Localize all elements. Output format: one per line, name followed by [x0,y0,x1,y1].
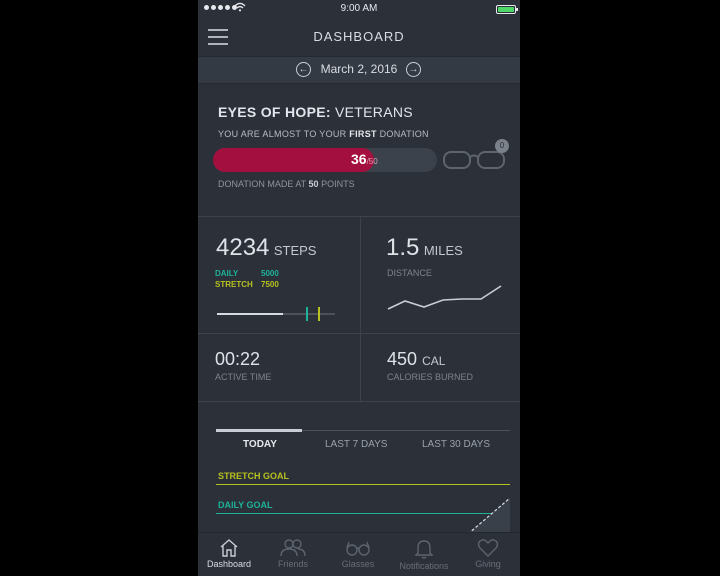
steps-stat[interactable]: 4234 STEPS [216,234,316,262]
stretch-goal-row: STRETCH 7500 [215,279,279,290]
distance-sparkline [387,285,502,310]
campaign-subtitle-pre: YOU ARE ALMOST TO YOUR [218,129,347,139]
grid-divider-horizontal [198,333,520,334]
points-total: /50 [366,157,378,166]
grid-divider-vertical [360,217,361,401]
calories-stat[interactable]: 450 CAL [387,349,445,370]
steps-value: 4234 [216,234,270,261]
bottom-navigation: Dashboard Friends Glasses Notifications … [198,532,520,576]
stats-grid: 4234 STEPS DAILY 5000 STRETCH 7500 1.5 M… [198,216,520,402]
campaign-title: EYES OF HOPE: VETERANS [218,104,413,120]
nav-friends[interactable]: Friends [261,533,325,576]
heart-icon [477,539,499,557]
bell-icon [414,540,434,559]
campaign-subtitle: YOU ARE ALMOST TO YOUR FIRST DONATION [218,129,429,139]
steps-goals: DAILY 5000 STRETCH 7500 [215,268,279,290]
nav-dashboard[interactable]: Dashboard [198,533,261,576]
daily-value: 5000 [261,269,279,278]
active-time-value: 00:22 [215,349,261,369]
donation-points: 36/50 [351,151,378,167]
stretch-label: STRETCH [215,280,253,289]
stretch-goal-marker [318,307,321,321]
nav-dashboard-label: Dashboard [206,559,252,569]
header: DASHBOARD [198,18,520,56]
tab-active-indicator [216,429,302,432]
steps-progress-bar [217,307,335,321]
campaign-subtitle-post: DONATION [379,129,429,139]
daily-goal-line [216,513,510,514]
stretch-goal-line [216,484,510,485]
campaign-title-rest: VETERANS [335,104,413,120]
glasses-nav-icon [346,541,370,556]
tab-last-7-days[interactable]: LAST 7 DAYS [325,439,387,450]
daily-goal-marker [305,307,308,321]
goal-badge: 0 [495,139,509,153]
stretch-value: 7500 [261,280,279,289]
status-time: 9:00 AM [340,3,378,14]
daily-goal-row: DAILY 5000 [215,268,279,279]
status-bar: 9:00 AM [198,0,520,18]
daily-goal-label: DAILY GOAL [218,500,273,510]
phone-screen: 9:00 AM DASHBOARD ← March 2, 2016 → EYES… [198,0,520,576]
nav-giving[interactable]: Giving [456,533,520,576]
next-day-arrow-icon[interactable]: → [406,62,421,77]
donation-progress-bar: 36/50 [213,148,437,172]
stretch-goal-label: STRETCH GOAL [218,471,289,481]
nav-friends-label: Friends [277,559,308,569]
campaign-note-bold: 50 [308,179,319,189]
calories-unit: CAL [422,354,446,368]
nav-notifications-label: Notifications [399,561,449,571]
tab-last-30-days[interactable]: LAST 30 DAYS [422,439,490,450]
campaign-note: DONATION MADE AT 50 POINTS [218,179,355,189]
nav-giving-label: Giving [475,559,501,569]
tab-today[interactable]: TODAY [243,439,277,450]
period-tabs: TODAY LAST 7 DAYS LAST 30 DAYS [216,429,510,454]
active-time-label: ACTIVE TIME [215,372,272,382]
page-title: DASHBOARD [313,29,405,44]
campaign-subtitle-bold: FIRST [349,129,377,139]
steps-unit: STEPS [273,243,317,258]
calories-value: 450 [387,349,418,369]
campaign-note-pre: DONATION MADE AT [218,179,307,189]
nav-glasses[interactable]: Glasses [326,533,390,576]
date-navigator: ← March 2, 2016 → [198,56,520,84]
campaign-title-bold: EYES OF HOPE: [218,104,331,120]
miles-value: 1.5 [386,234,420,261]
friends-icon [280,539,306,557]
activity-area-chart [468,498,510,534]
battery-icon [496,5,518,14]
home-icon [220,539,238,557]
daily-label: DAILY [215,269,239,278]
distance-stat[interactable]: 1.5 MILES [386,234,463,262]
nav-notifications[interactable]: Notifications [392,533,456,576]
campaign-card[interactable]: EYES OF HOPE: VETERANS YOU ARE ALMOST TO… [198,83,520,216]
distance-label: DISTANCE [387,268,432,278]
steps-progress-fill [217,313,284,315]
miles-unit: MILES [423,243,463,258]
points-value: 36 [351,151,367,167]
calories-label: CALORIES BURNED [387,372,474,382]
current-date: March 2, 2016 [320,62,398,76]
nav-glasses-label: Glasses [341,559,375,569]
campaign-note-post: POINTS [321,179,355,189]
